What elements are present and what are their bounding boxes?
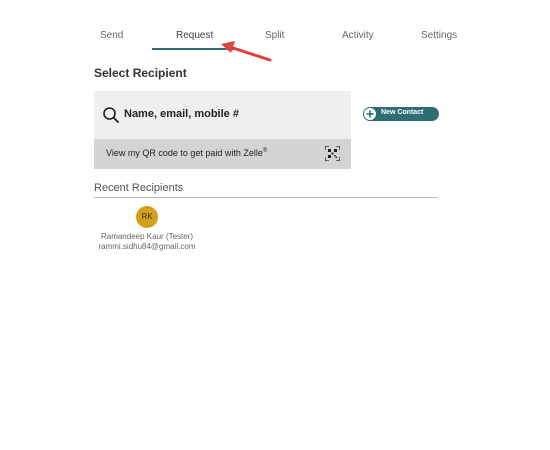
tab-activity[interactable]: Activity bbox=[342, 30, 374, 41]
plus-circle-icon bbox=[364, 108, 376, 120]
divider bbox=[94, 197, 438, 198]
new-contact-label: New Contact bbox=[381, 109, 424, 116]
qr-code-link-text: View my QR code to get paid with Zelle® bbox=[106, 148, 268, 158]
recipient-search-input[interactable] bbox=[124, 104, 339, 124]
new-contact-button[interactable]: New Contact bbox=[363, 107, 439, 121]
recent-recipient-item[interactable]: RK Ramandeep Kaur (Tester) rammi.sidhu84… bbox=[92, 206, 202, 252]
avatar: RK bbox=[136, 206, 158, 228]
page-title: Select Recipient bbox=[94, 66, 187, 80]
request-page: Send Request Split Activity Settings Sel… bbox=[0, 0, 550, 450]
qr-code-bar[interactable]: View my QR code to get paid with Zelle® bbox=[94, 139, 351, 169]
recipient-name: Ramandeep Kaur (Tester) bbox=[100, 232, 194, 241]
recipient-search-box[interactable] bbox=[94, 91, 351, 139]
recipient-email: rammi.sidhu84@gmail.com bbox=[98, 242, 196, 251]
recent-recipients-heading: Recent Recipients bbox=[94, 182, 184, 194]
tab-request[interactable]: Request bbox=[176, 30, 213, 41]
tab-settings[interactable]: Settings bbox=[421, 30, 457, 41]
tab-send[interactable]: Send bbox=[100, 30, 123, 41]
search-icon bbox=[103, 107, 119, 123]
qr-code-icon bbox=[325, 146, 340, 161]
trademark-symbol: ® bbox=[262, 148, 268, 154]
annotation-arrow-icon bbox=[221, 41, 272, 62]
